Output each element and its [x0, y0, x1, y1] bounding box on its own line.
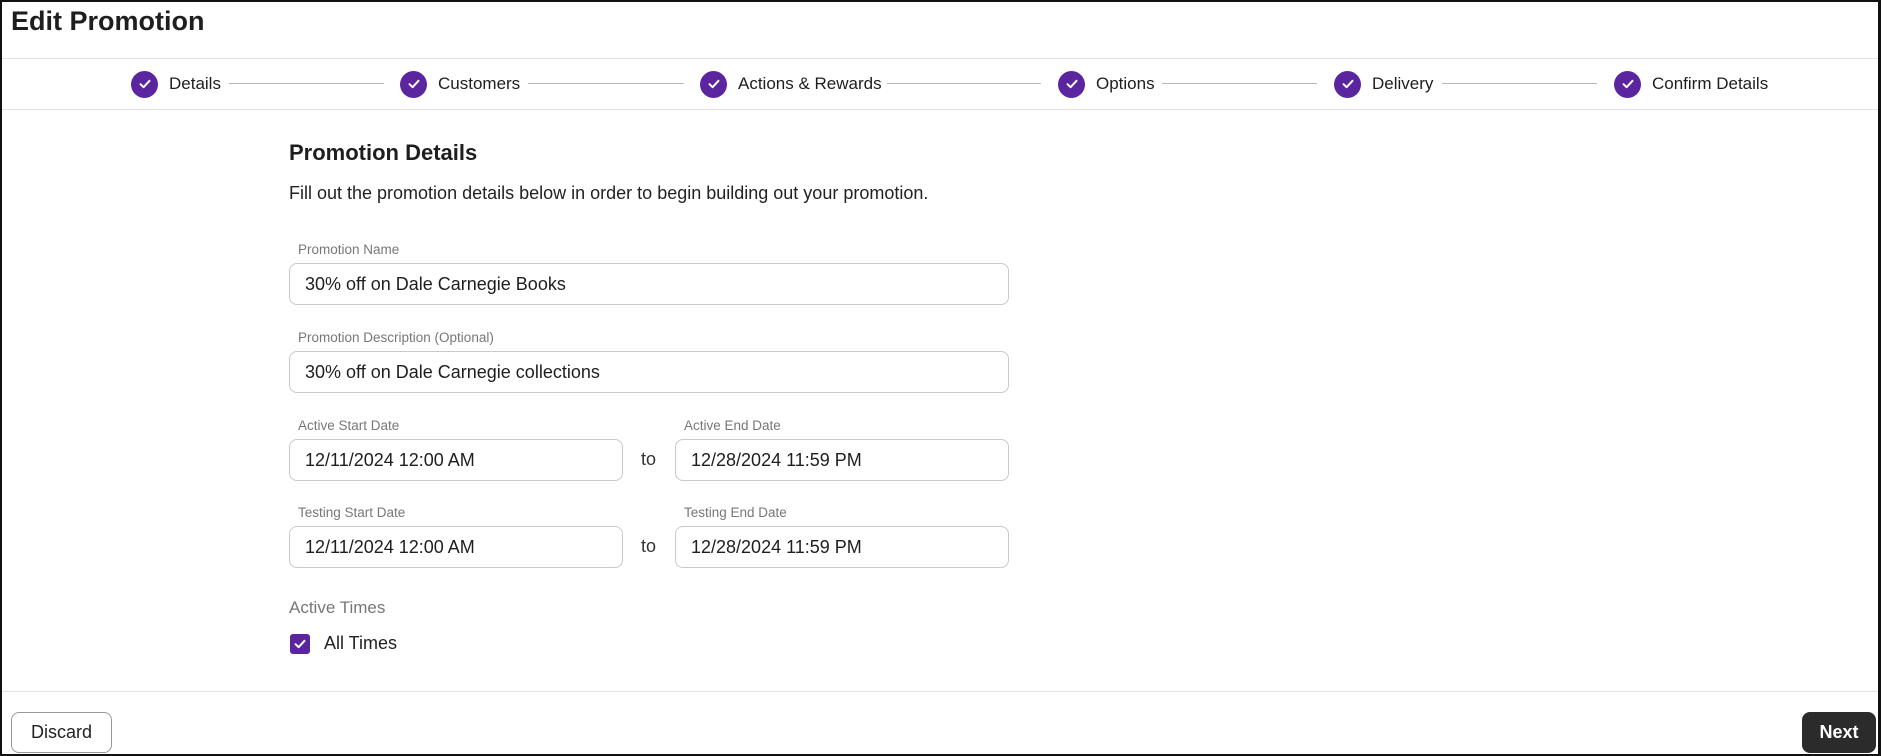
check-icon: [294, 639, 306, 649]
step-connector: [229, 83, 384, 84]
range-separator: to: [641, 449, 657, 469]
all-times-checkbox[interactable]: [290, 634, 310, 654]
step-label: Options: [1096, 74, 1155, 93]
active-end-date-label: Active End Date: [684, 418, 781, 433]
divider: [2, 109, 1878, 110]
testing-start-date-input[interactable]: [289, 526, 623, 568]
check-icon: [1614, 70, 1641, 98]
progress-stepper: Details Customers Actions & Rewards Opti…: [2, 59, 1878, 109]
step-confirm-details[interactable]: Confirm Details: [1614, 70, 1769, 98]
step-details[interactable]: Details: [131, 70, 221, 98]
next-button[interactable]: Next: [1802, 712, 1876, 753]
step-connector: [887, 83, 1041, 84]
step-label: Customers: [438, 74, 521, 93]
active-start-date-input[interactable]: [289, 439, 623, 481]
promotion-name-input[interactable]: [289, 263, 1009, 305]
step-connector: [528, 83, 684, 84]
step-options[interactable]: Options: [1058, 70, 1155, 98]
all-times-label[interactable]: All Times: [324, 633, 397, 654]
step-connector: [1442, 83, 1597, 84]
step-customers[interactable]: Customers: [400, 70, 521, 98]
section-heading: Promotion Details: [289, 140, 478, 165]
step-label: Delivery: [1372, 74, 1434, 93]
section-description: Fill out the promotion details below in …: [289, 183, 929, 203]
step-label: Actions & Rewards: [738, 74, 882, 93]
step-connector: [1162, 83, 1317, 84]
testing-end-date-input[interactable]: [675, 526, 1009, 568]
step-label: Confirm Details: [1652, 74, 1769, 93]
check-icon: [1334, 70, 1361, 98]
check-icon: [700, 70, 727, 98]
step-label: Details: [169, 74, 221, 93]
active-end-date-input[interactable]: [675, 439, 1009, 481]
page-title: Edit Promotion: [11, 6, 205, 36]
active-times-label: Active Times: [289, 598, 386, 617]
footer-divider: [2, 691, 1878, 692]
discard-button[interactable]: Discard: [11, 712, 112, 753]
testing-start-date-label: Testing Start Date: [298, 505, 406, 520]
check-icon: [1058, 70, 1085, 98]
promotion-description-input[interactable]: [289, 351, 1009, 393]
check-icon: [131, 70, 158, 98]
promotion-description-label: Promotion Description (Optional): [298, 330, 494, 345]
range-separator: to: [641, 536, 657, 556]
check-icon: [400, 70, 427, 98]
promotion-name-label: Promotion Name: [298, 242, 400, 257]
active-start-date-label: Active Start Date: [298, 418, 400, 433]
step-delivery[interactable]: Delivery: [1334, 70, 1434, 98]
testing-end-date-label: Testing End Date: [684, 505, 787, 520]
step-actions-rewards[interactable]: Actions & Rewards: [700, 70, 882, 98]
